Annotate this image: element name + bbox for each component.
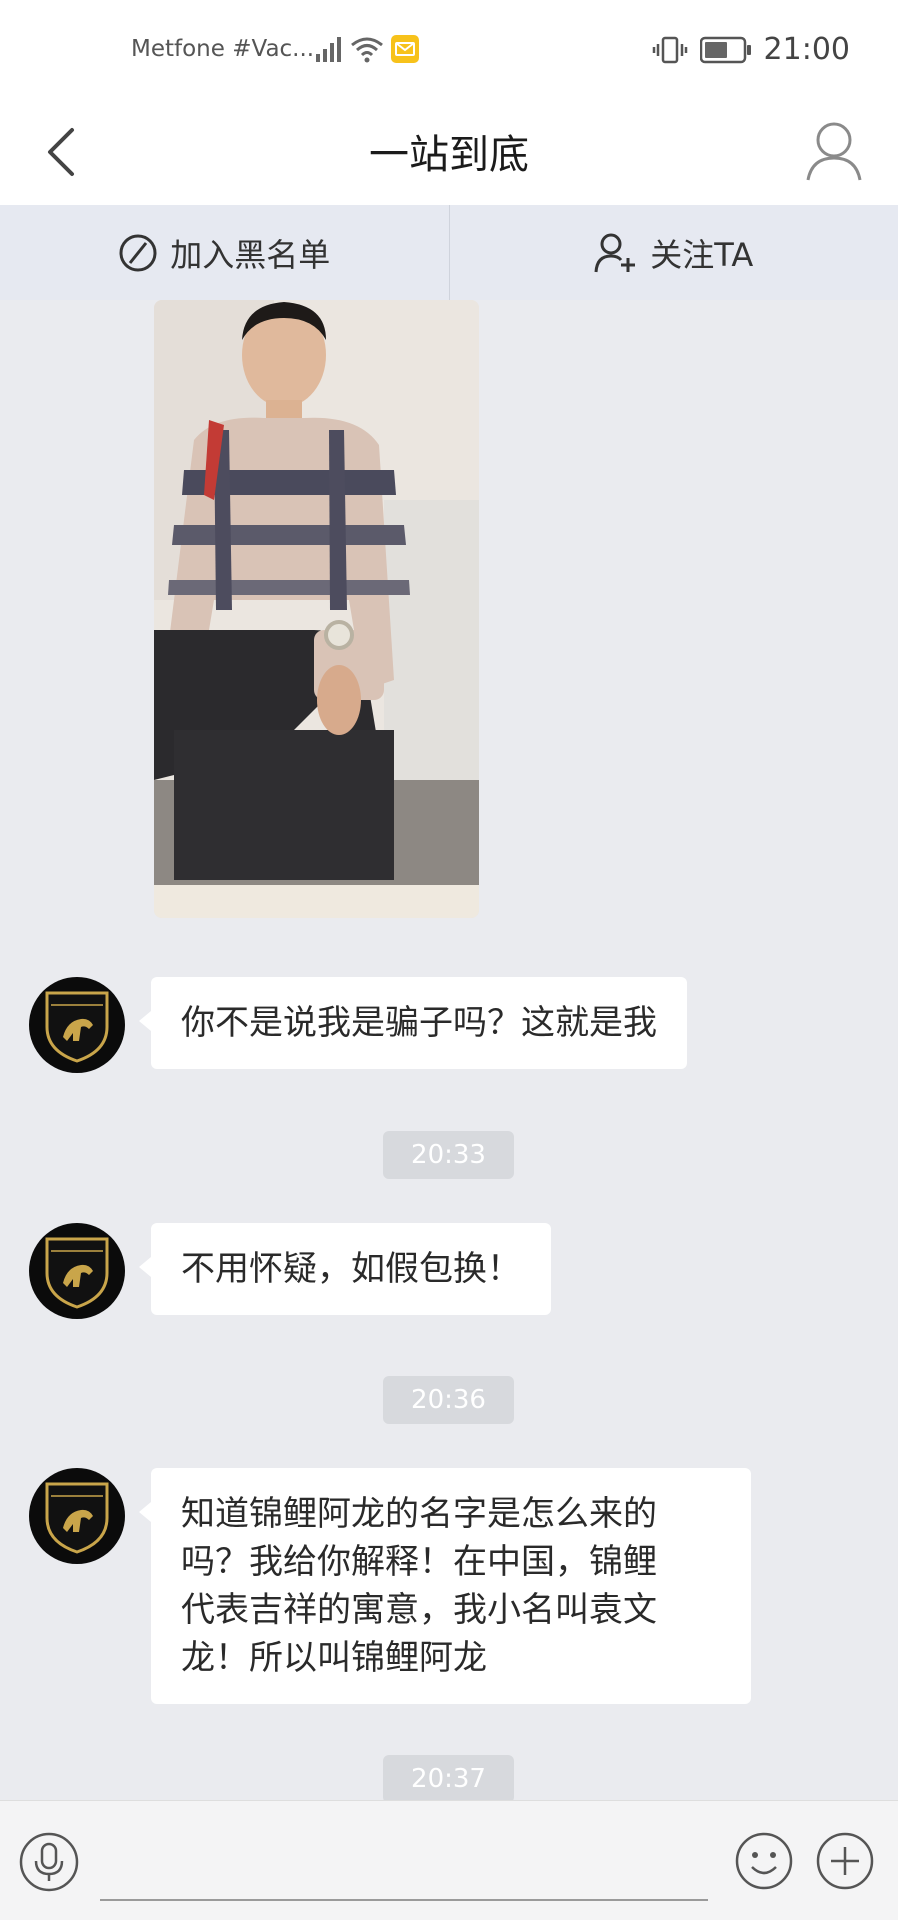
more-button[interactable]	[815, 1831, 875, 1891]
emoji-icon	[735, 1832, 793, 1890]
add-user-icon	[594, 233, 636, 272]
status-right: 21:00	[652, 32, 850, 67]
chat-area[interactable]: 你不是说我是骗子吗？这就是我 20:33 不用怀疑，如假包换！ 20:36 知道…	[0, 300, 898, 1803]
follow-button[interactable]: 关注TA	[450, 205, 898, 300]
emoji-button[interactable]	[734, 1831, 794, 1891]
microphone-icon	[19, 1832, 79, 1892]
sender-avatar[interactable]	[29, 1468, 125, 1564]
blacklist-button[interactable]: 加入黑名单	[0, 205, 449, 300]
message-line: 知道锦鲤阿龙的名字是怎么来的	[181, 1494, 657, 1534]
carrier-name: Metfone #Vac...	[131, 36, 315, 62]
sender-avatar[interactable]	[29, 1223, 125, 1319]
photo-image	[154, 300, 479, 918]
message-input[interactable]	[100, 1825, 708, 1901]
message-text: 你不是说我是骗子吗？这就是我	[181, 1003, 657, 1043]
lamborghini-logo	[45, 1237, 109, 1309]
status-bar: Metfone #Vac... 21:00	[0, 0, 898, 100]
message-line: 代表吉祥的寓意，我小名叫袁文	[181, 1590, 657, 1630]
action-bar: 加入黑名单 关注TA	[0, 205, 898, 300]
voice-button[interactable]	[18, 1831, 80, 1893]
cell-signal-icon	[316, 37, 341, 62]
sender-avatar[interactable]	[29, 977, 125, 1073]
lamborghini-logo	[45, 991, 109, 1063]
message-notification-icon	[391, 35, 419, 63]
message-line: 龙！所以叫锦鲤阿龙	[181, 1638, 487, 1678]
photo-message[interactable]	[154, 300, 479, 918]
timestamp: 20:36	[383, 1376, 514, 1424]
message-bubble[interactable]: 知道锦鲤阿龙的名字是怎么来的 吗？我给你解释！在中国，锦鲤 代表吉祥的寓意，我小…	[139, 1468, 751, 1704]
blacklist-label: 加入黑名单	[170, 235, 331, 274]
message-text: 不用怀疑，如假包换！	[181, 1249, 521, 1289]
lamborghini-logo	[45, 1482, 109, 1554]
message-bubble[interactable]: 不用怀疑，如假包换！	[139, 1223, 551, 1315]
profile-button[interactable]	[804, 118, 864, 184]
user-profile-icon	[806, 122, 862, 181]
follow-label: 关注TA	[650, 235, 754, 274]
input-bar	[0, 1800, 898, 1920]
vibrate-icon	[652, 36, 687, 63]
block-icon	[119, 234, 157, 271]
wifi-icon	[351, 37, 383, 63]
signal-indicators	[314, 34, 420, 64]
timestamp: 20:37	[383, 1755, 514, 1803]
title-bar: 一站到底	[0, 100, 898, 205]
message-bubble[interactable]: 你不是说我是骗子吗？这就是我	[139, 977, 687, 1069]
plus-icon	[816, 1832, 874, 1890]
timestamp: 20:33	[383, 1131, 514, 1179]
page-title: 一站到底	[369, 132, 529, 178]
message-line: 吗？我给你解释！在中国，锦鲤	[181, 1542, 657, 1582]
battery-icon	[699, 36, 751, 63]
clock: 21:00	[763, 32, 850, 67]
